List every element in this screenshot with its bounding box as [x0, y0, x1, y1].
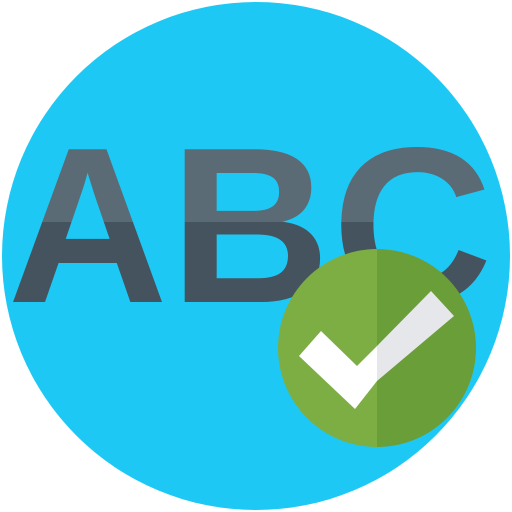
checkmark-badge [278, 249, 476, 447]
spell-check-icon: ABC ABC [2, 2, 510, 510]
